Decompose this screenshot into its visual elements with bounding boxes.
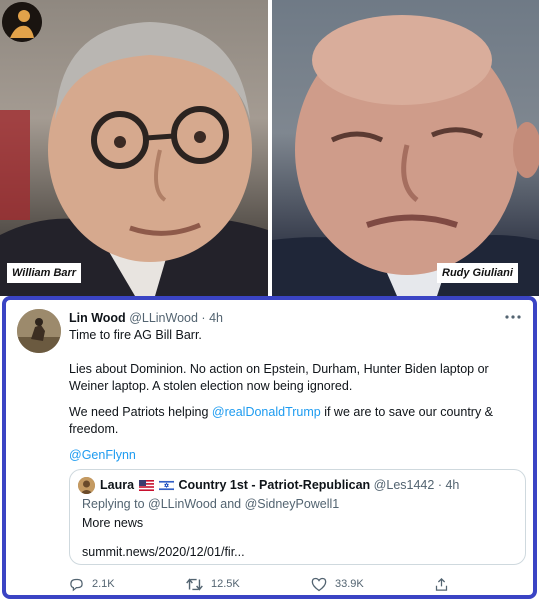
- quote-reply-user1[interactable]: @LLinWood: [148, 497, 217, 511]
- heart-icon: [311, 577, 327, 591]
- israel-flag-icon: [158, 479, 175, 496]
- author-handle[interactable]: @LLinWood: [129, 311, 198, 325]
- quote-author-name-suffix[interactable]: Country 1st - Patriot-Republican: [179, 478, 371, 492]
- retweet-count: 12.5K: [211, 578, 240, 590]
- author-name[interactable]: Lin Wood: [69, 311, 126, 325]
- tweet-actions: 2.1K 12.5K 33.9K: [69, 575, 489, 593]
- quote-reply-prefix: Replying to: [82, 497, 149, 511]
- retweet-icon: [186, 577, 203, 591]
- share-icon: [435, 577, 448, 591]
- reply-icon: [70, 578, 83, 591]
- quote-author-name[interactable]: Laura: [100, 478, 134, 492]
- tweet-text-line3-before: We need Patriots helping: [69, 405, 212, 419]
- quote-text: More news: [82, 516, 144, 530]
- tweet-text-line2: Lies about Dominion. No action on Epstei…: [69, 362, 489, 393]
- retweet-button[interactable]: 12.5K: [186, 575, 240, 593]
- quote-reply-and: and: [216, 497, 245, 511]
- reply-button[interactable]: 2.1K: [69, 575, 115, 593]
- tweet-card[interactable]: Lin Wood @LLinWood · 4h Time to fire AG …: [2, 296, 537, 599]
- quote-header: Laura Country 1st - Patriot-Republican @…: [100, 477, 459, 494]
- quote-reply-user2[interactable]: @SidneyPowell1: [245, 497, 340, 511]
- like-button[interactable]: 33.9K: [311, 575, 364, 593]
- us-flag-icon: [138, 479, 154, 496]
- tweet-text-line3: We need Patriots helping @realDonaldTrum…: [69, 404, 531, 438]
- tweet-text-line4: @GenFlynn: [69, 447, 531, 464]
- like-count: 33.9K: [335, 578, 364, 590]
- quote-time[interactable]: 4h: [445, 478, 459, 492]
- reply-count: 2.1K: [92, 578, 115, 590]
- share-button[interactable]: [434, 575, 457, 593]
- site-logo: [2, 2, 42, 42]
- quote-link[interactable]: summit.news/2020/12/01/fir...: [82, 544, 245, 561]
- more-options-icon[interactable]: [504, 309, 524, 323]
- quote-avatar[interactable]: [78, 477, 95, 494]
- quote-separator: ·: [437, 478, 442, 492]
- photo-panel: William Barr Rudy Giuliani: [0, 0, 539, 296]
- caption-left: William Barr: [7, 263, 82, 283]
- header-separator: ·: [201, 311, 206, 325]
- photo-rudy-giuliani: [272, 0, 539, 296]
- quoted-tweet[interactable]: Laura Country 1st - Patriot-Republican @…: [69, 469, 526, 565]
- quote-replying-to: Replying to @LLinWood and @SidneyPowell1: [82, 496, 339, 513]
- tweet-time[interactable]: 4h: [209, 311, 223, 325]
- mention-genflynn[interactable]: @GenFlynn: [69, 448, 136, 462]
- tweet-text-line1: Time to fire AG Bill Barr.: [69, 328, 202, 342]
- caption-right: Rudy Giuliani: [437, 263, 518, 283]
- tweet-header: Lin Wood @LLinWood · 4h: [69, 309, 223, 327]
- avatar[interactable]: [17, 309, 61, 353]
- mention-realdonaldtrump[interactable]: @realDonaldTrump: [212, 405, 321, 419]
- quote-author-handle[interactable]: @Les1442: [374, 478, 435, 492]
- photo-william-barr: [0, 0, 268, 296]
